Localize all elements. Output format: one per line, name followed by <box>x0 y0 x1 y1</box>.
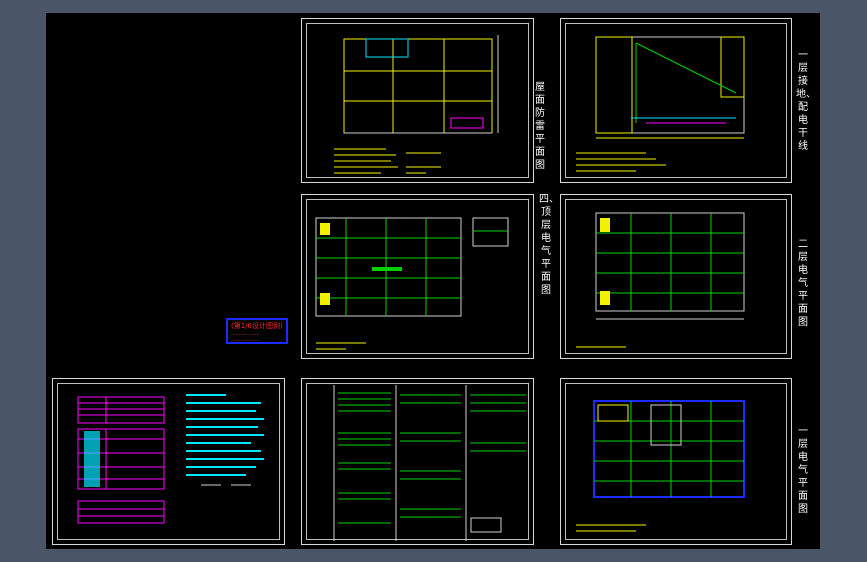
cad-drawing-icon <box>77 35 745 541</box>
roof-notes <box>334 148 441 174</box>
cad-model-space[interactable]: 屋面防雷平面图 四、顶层电气平面图 一层接地、配电干线 二层电气平面图 一层电气… <box>46 13 820 549</box>
roof-plan <box>343 35 499 134</box>
design-notes <box>186 394 264 486</box>
legend-tables <box>77 396 165 524</box>
first-floor-plan <box>576 400 745 532</box>
top-floor-plan <box>315 217 509 350</box>
grounding-plan <box>576 36 745 172</box>
second-floor-plan <box>576 212 745 348</box>
system-diagram <box>333 385 526 541</box>
